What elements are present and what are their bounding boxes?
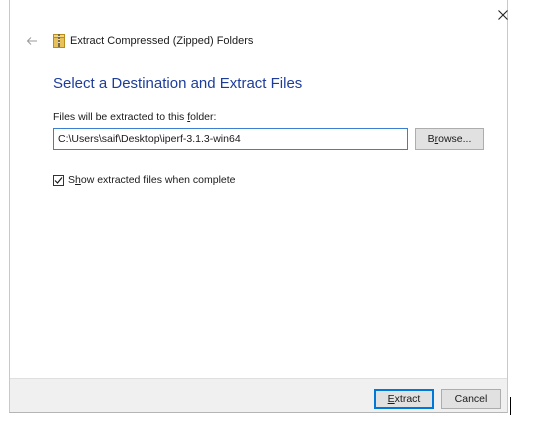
text-cursor [510, 397, 511, 415]
extract-dialog: Extract Compressed (Zipped) Folders Sele… [9, 0, 508, 413]
show-files-option[interactable]: Show extracted files when complete [53, 174, 236, 186]
destination-folder-label: Files will be extracted to this folder: [53, 111, 217, 123]
extract-button[interactable]: Extract [374, 389, 434, 409]
destination-path-input[interactable] [53, 128, 408, 150]
window-title: Extract Compressed (Zipped) Folders [70, 35, 254, 47]
show-files-label: Show extracted files when complete [68, 174, 236, 186]
dialog-footer: Extract Cancel [10, 378, 507, 412]
show-files-checkbox[interactable] [53, 174, 64, 186]
back-button[interactable] [24, 34, 40, 48]
page-heading: Select a Destination and Extract Files [53, 75, 303, 92]
cancel-button[interactable]: Cancel [441, 389, 501, 409]
checkmark-icon [54, 176, 63, 184]
back-arrow-icon [26, 37, 37, 45]
close-icon [498, 10, 508, 20]
browse-button[interactable]: Br owse... [415, 128, 484, 150]
close-button[interactable] [490, 4, 516, 26]
zip-folder-icon [53, 33, 65, 48]
